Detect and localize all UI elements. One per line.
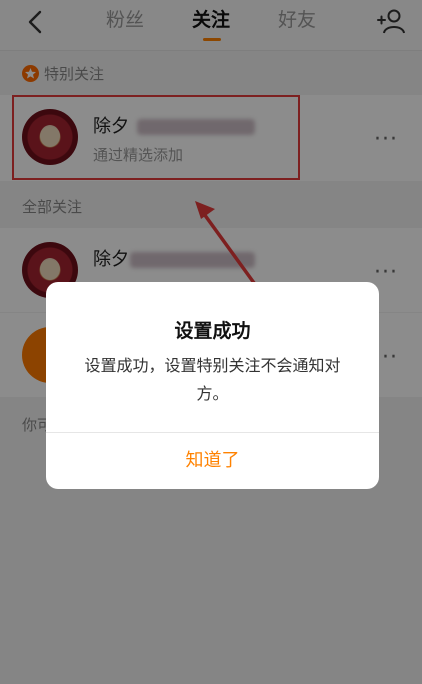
dialog-message: 设置成功，设置特别关注不会通知对方。 bbox=[84, 356, 341, 403]
ok-button[interactable]: 知道了 bbox=[46, 433, 379, 489]
dialog-title: 设置成功 bbox=[174, 320, 251, 342]
success-dialog: 设置成功 设置成功，设置特别关注不会通知对方。 知道了 bbox=[46, 282, 379, 489]
